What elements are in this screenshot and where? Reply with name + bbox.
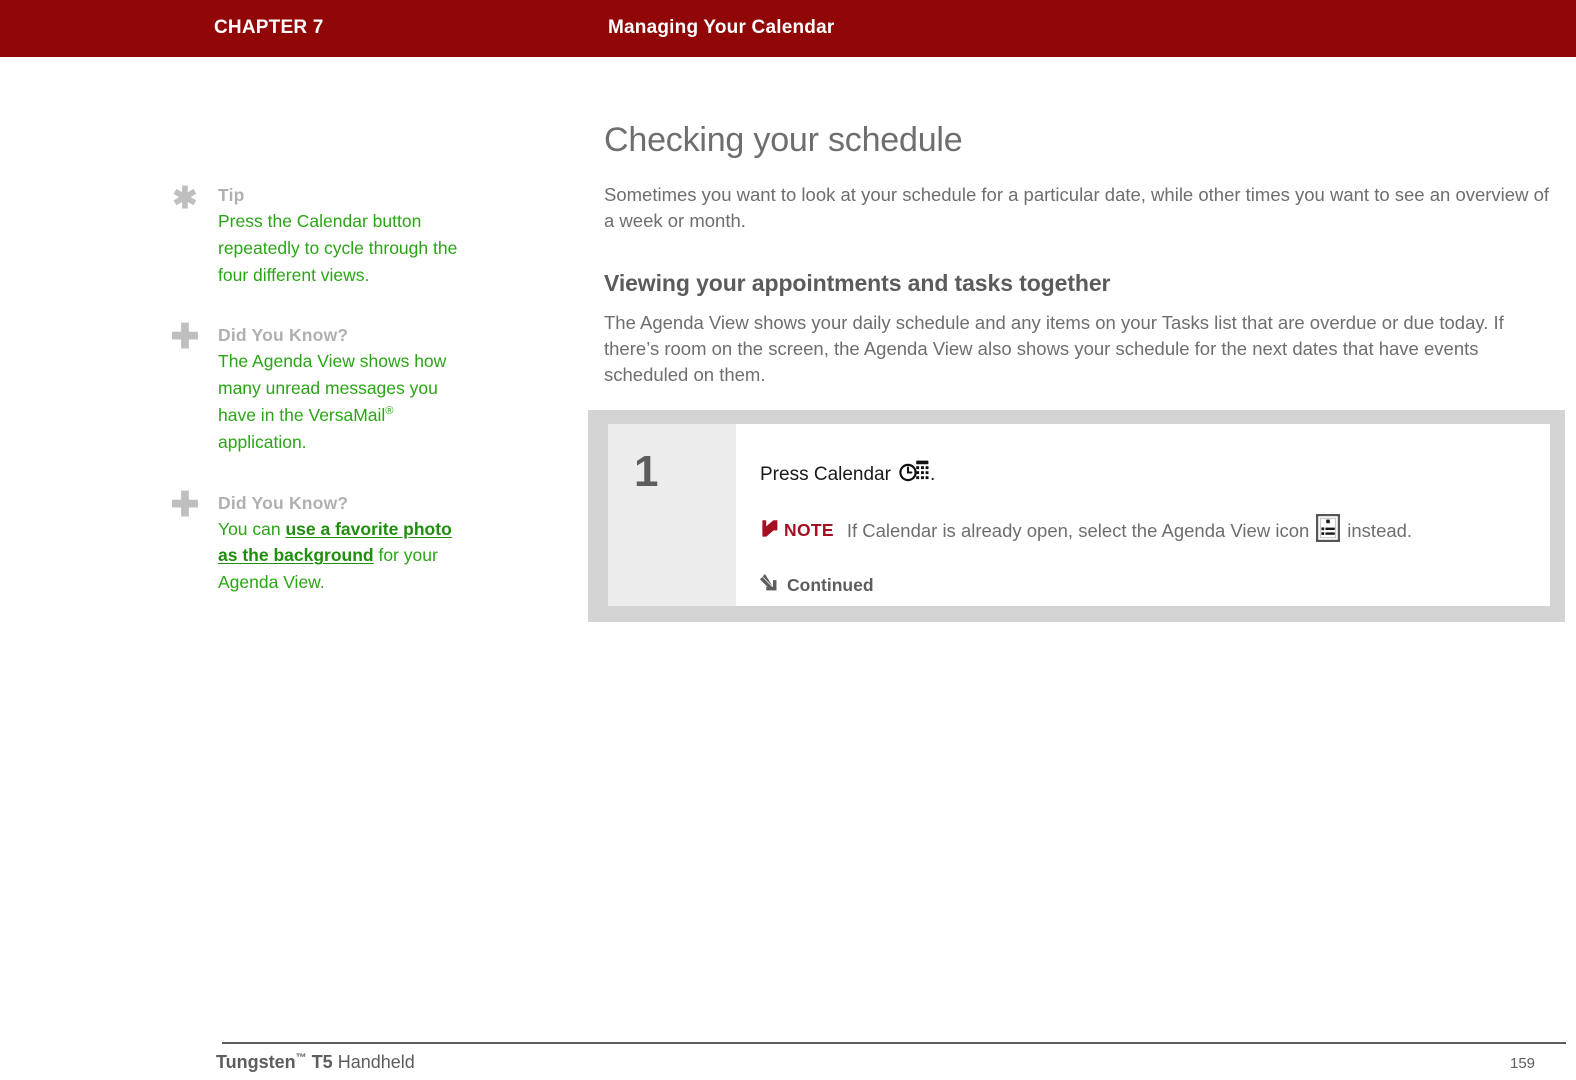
note-flag-icon	[760, 518, 780, 544]
sidebar-body-text: The Agenda View shows how many unread me…	[218, 351, 447, 425]
page-title: Checking your schedule	[604, 121, 963, 159]
continued-row: Continued	[760, 573, 1550, 597]
section-title: Viewing your appointments and tasks toge…	[604, 270, 1111, 296]
sidebar-item-label: Did You Know?	[218, 492, 349, 513]
header-chapter-label: CHAPTER 7	[214, 17, 324, 38]
sidebar-body-text: You can	[218, 518, 286, 539]
note-text: If Calendar is already open, select the …	[846, 513, 1413, 547]
step-number: 1	[634, 447, 659, 496]
sidebar-item-did-you-know-photo: ✚ Did You Know? You can use a favorite p…	[170, 485, 500, 596]
footer-product-suffix: Handheld	[337, 1052, 415, 1072]
sidebar-body-text-tail: application.	[218, 431, 307, 452]
sidebar-item-label: Did You Know?	[218, 325, 349, 346]
sidebar-item-body: The Agenda View shows how many unread me…	[218, 348, 470, 455]
step-instruction-period: .	[929, 463, 936, 485]
trademark-mark: ™	[295, 1052, 307, 1064]
sidebar-item-tip: ✱ Tip Press the Calendar button repeated…	[170, 182, 500, 288]
continued-label: Continued	[787, 574, 874, 595]
plus-icon: ✚	[170, 318, 200, 357]
sidebar-item-body: Press the Calendar button repeatedly to …	[218, 211, 458, 285]
arrow-down-right-icon	[760, 573, 779, 597]
footer-product-label: Tungsten™ T5 Handheld	[216, 1052, 415, 1073]
step-number-column: 1	[608, 424, 736, 606]
note-text-after: instead.	[1347, 519, 1413, 541]
main-content: Checking your schedule Sometimes you wan…	[604, 120, 1566, 388]
step-instruction-line: Press Calendar .	[760, 460, 1550, 489]
agenda-view-icon	[1316, 513, 1341, 547]
note-callout: NOTE If Calendar is already open, select…	[760, 513, 1550, 547]
footer-product-model: T5	[311, 1052, 333, 1072]
step-instruction-text: Press Calendar	[760, 463, 891, 485]
header-title: Managing Your Calendar	[608, 17, 835, 38]
footer-divider	[222, 1042, 1566, 1044]
intro-paragraph: Sometimes you want to look at your sched…	[604, 184, 1550, 231]
asterisk-icon: ✱	[172, 182, 198, 215]
sidebar-tips: ✱ Tip Press the Calendar button repeated…	[170, 182, 500, 620]
section-paragraph: The Agenda View shows your daily schedul…	[604, 312, 1504, 385]
plus-icon: ✚	[170, 485, 200, 524]
sidebar-item-did-you-know-agenda: ✚ Did You Know? The Agenda View shows ho…	[170, 318, 500, 455]
step-box: 1 Press Calendar . NOTE If Calendar is a…	[588, 410, 1565, 622]
step-content: Press Calendar . NOTE If Calendar is alr…	[736, 424, 1550, 606]
note-label: NOTE	[784, 520, 834, 540]
calendar-icon	[899, 460, 929, 489]
page-header-bar: CHAPTER 7 Managing Your Calendar	[0, 0, 1576, 57]
sidebar-item-body: You can use a favorite photo as the back…	[218, 516, 470, 596]
step-box-inner: 1 Press Calendar . NOTE If Calendar is a…	[608, 424, 1550, 606]
registered-mark: ®	[385, 405, 394, 418]
sidebar-item-label: Tip	[218, 185, 245, 205]
footer-page-number: 159	[1510, 1055, 1536, 1072]
footer-product-name: Tungsten	[216, 1052, 296, 1072]
note-text-before: If Calendar is already open, select the …	[846, 519, 1310, 541]
